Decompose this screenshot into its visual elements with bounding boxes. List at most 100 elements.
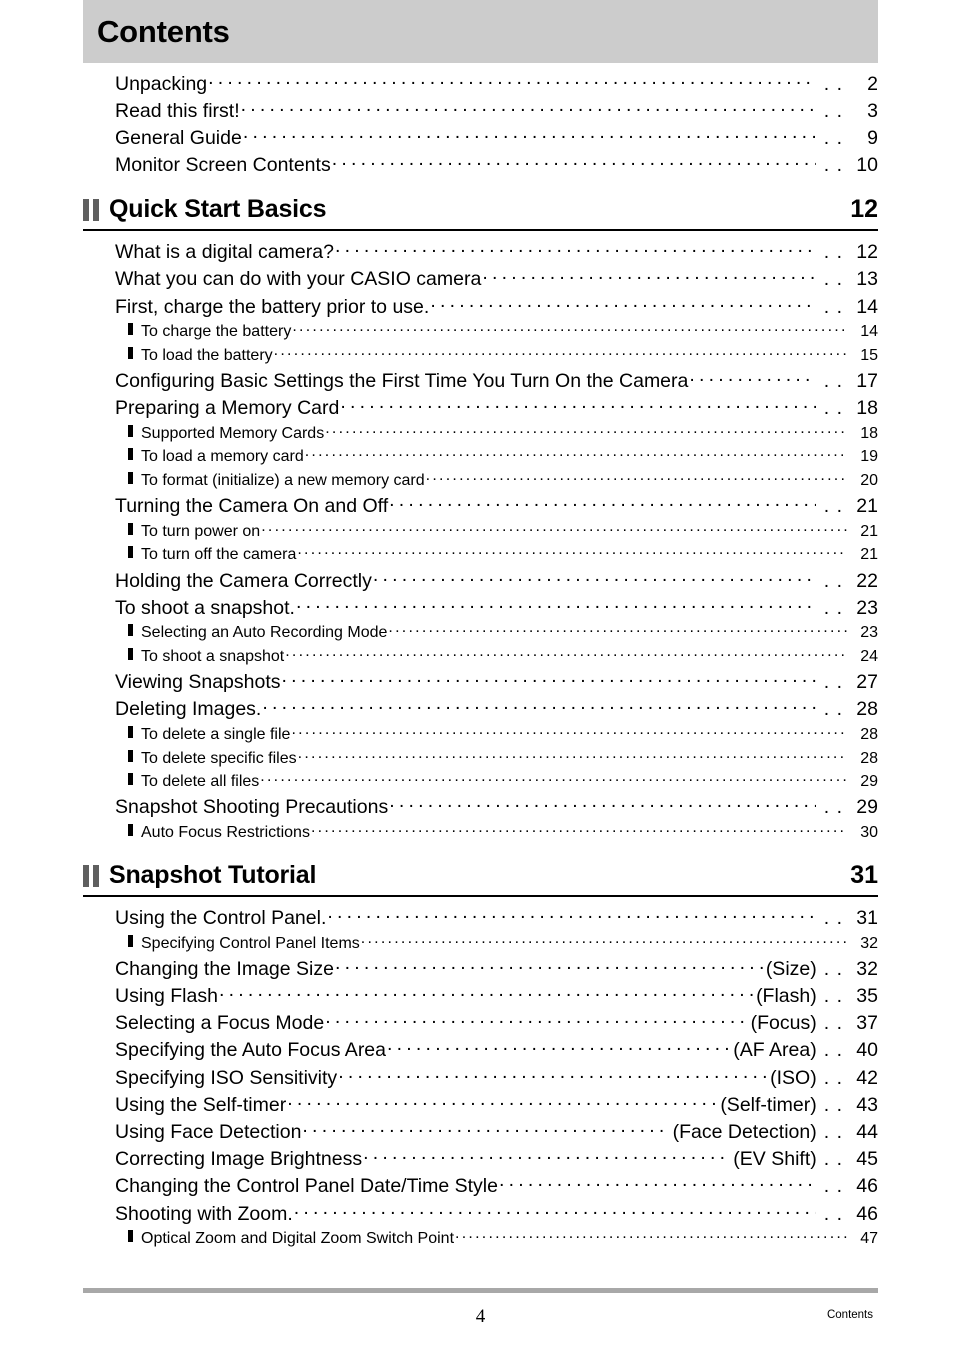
toc-entry[interactable]: To charge the battery 14 (83, 320, 878, 344)
dot-leader (327, 905, 815, 925)
toc-entry[interactable]: First, charge the battery prior to use..… (83, 293, 878, 320)
bullet-square-icon (128, 1230, 133, 1243)
dot-leader (430, 293, 815, 313)
toc-entry[interactable]: Snapshot Shooting Precautions . . 29 (83, 794, 878, 821)
dot-leader (287, 1091, 717, 1111)
footer-section-label: Contents (826, 1309, 873, 1321)
toc-entry[interactable]: To shoot a snapshot 24 (83, 645, 878, 669)
toc-entry-page-number: 23 (860, 624, 878, 642)
toc-entry[interactable]: Viewing Snapshots . . 27 (83, 669, 878, 696)
toc-entry-label: Changing the Image Size (115, 957, 334, 980)
toc-entry[interactable]: Shooting with Zoom. . . 46 (83, 1200, 878, 1227)
dot-leader-tail: . . (823, 495, 843, 518)
toc-entry-label: Correcting Image Brightness (115, 1148, 363, 1171)
dot-leader (426, 469, 847, 485)
toc-entry-page-number: 10 (856, 154, 878, 177)
toc-entry[interactable]: Holding the Camera Correctly . . 22 (83, 567, 878, 594)
toc-section-page-number: 31 (850, 860, 878, 889)
dot-leader (332, 152, 816, 172)
toc-entry[interactable]: To delete a single file 28 (83, 723, 878, 747)
toc-entry-page-number: 23 (856, 596, 878, 619)
toc-section-title: Quick Start Basics (109, 194, 327, 223)
toc-entry[interactable]: To shoot a snapshot. . . 23 (83, 594, 878, 621)
dot-leader-tail: . . (823, 985, 843, 1007)
toc-entry[interactable]: To turn off the camera 21 (83, 543, 878, 567)
toc-entry[interactable]: Changing the Image Size (Size) . . 32 (83, 955, 878, 982)
dot-leader (482, 266, 815, 286)
toc-entry[interactable]: To delete all files 29 (83, 770, 878, 794)
toc-entry[interactable]: Correcting Image Brightness (EV Shift) . .… (83, 1146, 878, 1173)
dot-leader (361, 932, 847, 948)
toc-entry[interactable]: To format (initialize) a new memory card… (83, 469, 878, 493)
toc-entry-label: Unpacking (115, 72, 208, 95)
toc-sections: Quick Start Basics 12 What is a digital ca… (83, 195, 878, 1251)
toc-entry[interactable]: Using Face Detection (Face Detection) . . 4… (83, 1118, 878, 1145)
toc-entry[interactable]: Supported Memory Cards 18 (83, 422, 878, 446)
toc-entry[interactable]: Using Flash (Flash) . . 35 (83, 983, 878, 1010)
toc-entry-annotation: (Self-timer) (720, 1093, 817, 1116)
toc-entry-page-number: 29 (860, 773, 878, 791)
document-page: Contents Unpacking . . 2 Read this first! . … (0, 0, 954, 1357)
section-bars-icon (83, 199, 100, 222)
toc-entry-page-number: 32 (856, 957, 878, 980)
toc-entry-page-number: 19 (860, 448, 878, 466)
dot-leader-tail: . . (823, 241, 843, 264)
dot-leader (455, 1227, 847, 1243)
dot-leader (285, 645, 847, 661)
toc-entry[interactable]: Read this first! . . 3 (83, 97, 878, 124)
toc-entry[interactable]: Using the Self-timer (Self-timer) . . 43 (83, 1091, 878, 1118)
toc-entry[interactable]: Turning the Camera On and Off . . 21 (83, 493, 878, 520)
toc-entry-annotation: (Face Detection) (672, 1120, 817, 1143)
toc-entry[interactable]: Optical Zoom and Digital Zoom Switch Poi… (83, 1227, 878, 1251)
toc-entry-label: Specifying the Auto Focus Area (115, 1039, 387, 1062)
toc-entry[interactable]: To turn power on 21 (83, 520, 878, 544)
toc-entry-page-number: 14 (856, 295, 878, 318)
bullet-square-icon (128, 773, 133, 786)
bullet-square-icon (128, 522, 133, 535)
toc-entry[interactable]: General Guide . . 9 (83, 124, 878, 151)
toc-entry-page-number: 28 (860, 749, 878, 767)
toc-entry[interactable]: To delete specific files 28 (83, 747, 878, 771)
toc-entry-page-number: 18 (860, 424, 878, 442)
toc-entry-page-number: 47 (860, 1230, 878, 1248)
toc-entry[interactable]: To load the battery 15 (83, 344, 878, 368)
toc-entry[interactable]: Changing the Control Panel Date/Time Sty… (83, 1173, 878, 1200)
toc-entry-page-number: 2 (867, 72, 878, 95)
bullet-square-icon (128, 749, 133, 762)
toc-entry[interactable]: Specifying ISO Sensitivity (ISO) . . 42 (83, 1064, 878, 1091)
toc-entry-page-number: 45 (856, 1148, 878, 1171)
dot-leader-tail: . . (823, 397, 843, 420)
toc-section-title: Snapshot Tutorial (109, 860, 317, 889)
dot-leader (373, 567, 816, 587)
toc-entry[interactable]: Selecting a Focus Mode (Focus) . . 37 (83, 1010, 878, 1037)
dot-leader (241, 97, 816, 117)
toc-entry[interactable]: Specifying Control Panel Items 32 (83, 932, 878, 956)
toc-entry[interactable]: Monitor Screen Contents . . 10 (83, 152, 878, 179)
toc-intro-block: Unpacking. .2Read this first!. .3General… (83, 63, 878, 179)
toc-entry[interactable]: What is a digital camera? . . 12 (83, 239, 878, 266)
toc-entry[interactable]: To load a memory card 19 (83, 445, 878, 469)
dot-leader (338, 1064, 767, 1084)
toc-entry[interactable]: Preparing a Memory Card . . 18 (83, 395, 878, 422)
toc-entry-label: Selecting an Auto Recording Mode (141, 624, 388, 642)
toc-entry[interactable]: What you can do with your CASIO camera . … (83, 266, 878, 293)
toc-entry[interactable]: Auto Focus Restrictions 30 (83, 821, 878, 845)
toc-entry[interactable]: Using the Control Panel. . . 31 (83, 905, 878, 932)
toc-entry[interactable]: Unpacking . . 2 (83, 70, 878, 97)
dot-leader (363, 1146, 730, 1166)
toc-entry[interactable]: Selecting an Auto Recording Mode 23 (83, 621, 878, 645)
bullet-square-icon (128, 624, 133, 637)
content-column: Contents Unpacking . . 2 Read this first! . … (83, 0, 878, 1251)
toc-section-header[interactable]: Snapshot Tutorial 31 (83, 861, 878, 897)
toc-entry-annotation: (Focus) (750, 1012, 817, 1035)
toc-entry-page-number: 31 (856, 907, 878, 930)
toc-entry-label: To format (initialize) a new memory card (141, 472, 425, 490)
toc-entry[interactable]: Deleting Images. . . 28 (83, 696, 878, 723)
toc-entry-label: Auto Focus Restrictions (141, 823, 310, 841)
dot-leader (260, 770, 847, 786)
toc-entry[interactable]: Configuring Basic Settings the First Tim… (83, 368, 878, 395)
toc-section-header[interactable]: Quick Start Basics 12 (83, 195, 878, 231)
toc-entry[interactable]: Specifying the Auto Focus Area (AF Area).… (83, 1037, 878, 1064)
dot-leader (296, 594, 816, 614)
